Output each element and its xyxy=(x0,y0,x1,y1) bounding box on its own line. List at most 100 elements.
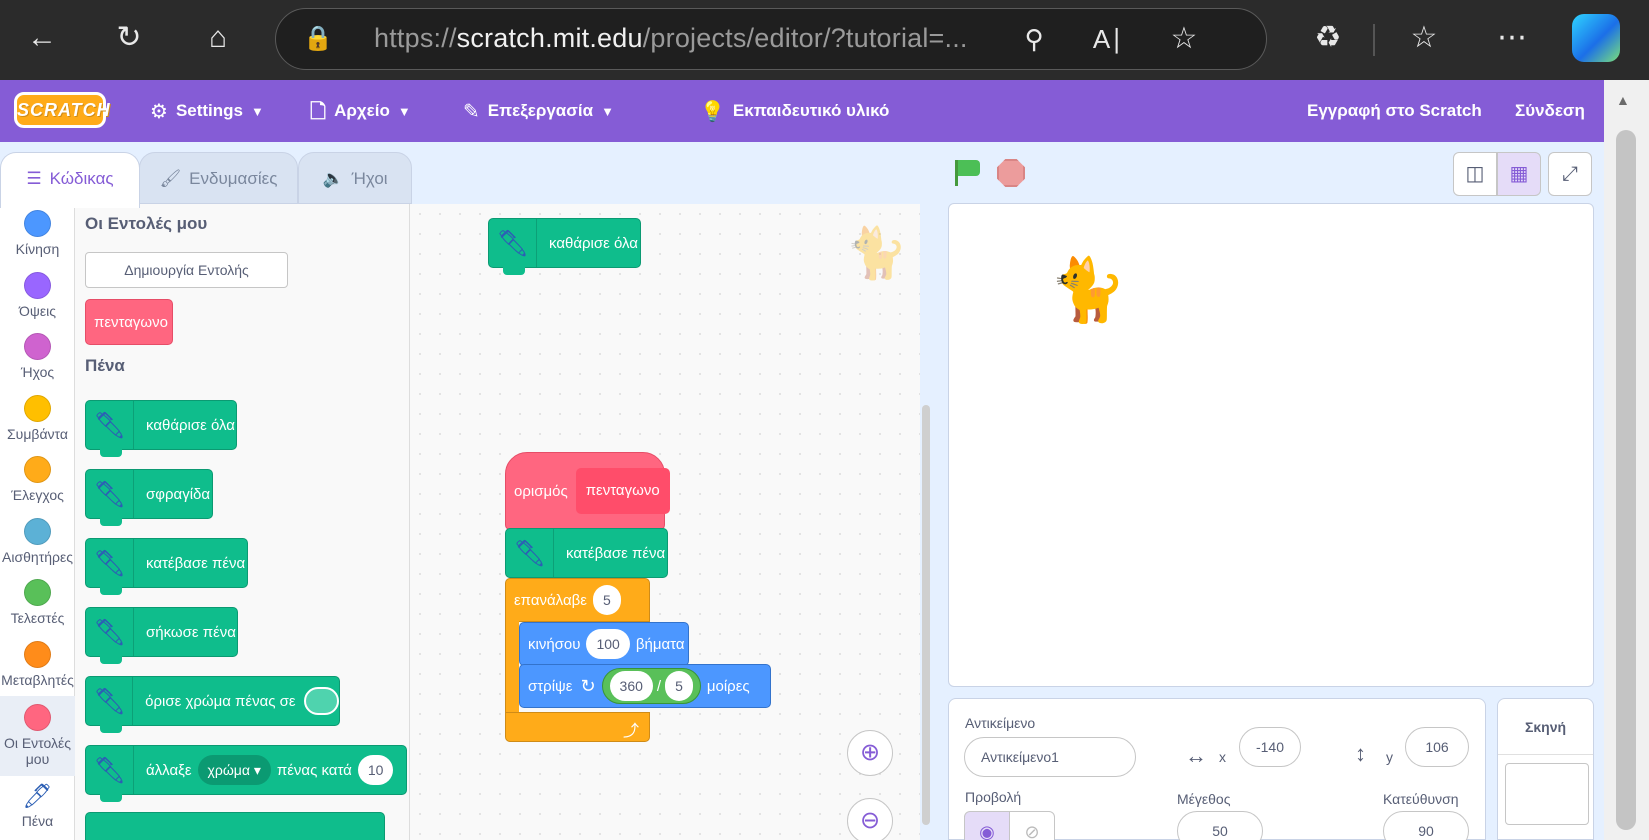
repeat-count-input[interactable]: 5 xyxy=(592,585,621,615)
set-pen-block-partial[interactable] xyxy=(85,812,385,840)
page-scrollbar[interactable]: ▲ xyxy=(1604,80,1649,840)
divide-right-input[interactable]: 5 xyxy=(665,671,693,701)
small-stage-button[interactable]: ◫ xyxy=(1453,152,1497,196)
set-pen-color-block[interactable]: 🖊 όρισε χρώμα πένας σε xyxy=(85,676,340,733)
scrollbar-thumb[interactable] xyxy=(1616,130,1636,830)
large-stage-button[interactable]: ▦ xyxy=(1497,152,1541,196)
stamp-block[interactable]: 🖊 σφραγίδα xyxy=(85,469,213,526)
divide-left-input[interactable]: 360 xyxy=(609,671,653,701)
y-label: y xyxy=(1386,749,1393,765)
divide-operator[interactable]: 360 / 5 xyxy=(601,668,701,704)
stage-thumbnail[interactable] xyxy=(1505,763,1589,825)
file-icon: 🗋 xyxy=(310,100,327,123)
category-sound[interactable]: Ήχος xyxy=(0,333,75,380)
move-steps-block[interactable]: κινήσου 100 βήματα xyxy=(519,622,689,673)
tab-sounds[interactable]: 🔈 Ήχοι xyxy=(298,152,412,204)
change-pen-block[interactable]: 🖊 άλλαξε χρώμα ▾ πένας κατά 10 xyxy=(85,745,407,802)
tab-sounds-label: Ήχοι xyxy=(351,169,388,188)
turn-degrees-block[interactable]: στρίψε ↻ 360 / 5 μοίρες xyxy=(519,664,771,708)
browser-toolbar: ← ↻ ⌂ 🔒 https://scratch.mit.edu/projects… xyxy=(0,0,1649,80)
cat-sprite-icon[interactable]: 🐈 xyxy=(1049,254,1126,327)
zoom-in-button[interactable]: ⊕ xyxy=(847,730,893,776)
custom-block-pentagon[interactable]: πενταγωνο xyxy=(85,299,173,345)
category-looks-dot xyxy=(24,272,51,299)
script-pen-down-block[interactable]: 🖊 κατέβασε πένα xyxy=(505,528,668,578)
script-erase-all-block[interactable]: 🖊 καθάρισε όλα xyxy=(488,218,641,275)
y-arrows-icon: ↕ xyxy=(1355,741,1366,766)
more-options-icon[interactable]: ⋯ xyxy=(1490,18,1534,58)
speaker-icon: 🔈 xyxy=(322,169,344,188)
block-notch xyxy=(100,724,122,733)
join-scratch-link[interactable]: Εγγραφή στο Scratch xyxy=(1307,80,1482,142)
pen-down-block[interactable]: 🖊 κατέβασε πένα xyxy=(85,538,248,595)
show-hidden-button[interactable]: ⊘ xyxy=(1009,811,1055,840)
erase-all-block[interactable]: 🖊 καθάρισε όλα xyxy=(85,400,237,457)
edit-menu[interactable]: ✎ Επεξεργασία ▼ xyxy=(463,80,614,142)
stop-sign-icon[interactable] xyxy=(997,159,1025,187)
y-input[interactable]: 106 xyxy=(1405,727,1469,767)
refresh-icon[interactable]: ↻ xyxy=(107,18,151,58)
fullscreen-button[interactable]: ⤢ xyxy=(1548,152,1592,196)
tab-code[interactable]: ☰ Κώδικας xyxy=(0,152,140,208)
green-flag-icon[interactable] xyxy=(952,158,982,188)
category-menu: Κίνηση Όψεις Ήχος Συμβάντα Έλεγχος Αισθη… xyxy=(0,204,75,840)
sprite-name-input[interactable]: Αντικείμενο1 xyxy=(964,737,1136,777)
script-workspace[interactable]: 🐈 🖊 καθάρισε όλα ορισμός πενταγωνο 🖊 κατ… xyxy=(410,204,920,840)
category-pen[interactable]: 🖊 Πένα xyxy=(0,782,75,829)
category-events[interactable]: Συμβάντα xyxy=(0,395,75,442)
scratch-logo[interactable]: SCRATCH xyxy=(14,92,110,128)
show-label: Προβολή xyxy=(965,789,1022,805)
workspace-scrollbar[interactable] xyxy=(922,405,930,825)
flag-cloth xyxy=(958,160,980,176)
size-input[interactable]: 50 xyxy=(1177,811,1263,840)
direction-input[interactable]: 90 xyxy=(1383,811,1469,840)
zoom-out-icon[interactable]: ⚲ xyxy=(1012,19,1056,59)
pen-color-swatch[interactable] xyxy=(303,687,339,715)
toolbar-divider xyxy=(1373,24,1375,56)
pen-up-block[interactable]: 🖊 σήκωσε πένα xyxy=(85,607,238,664)
category-variables[interactable]: Μεταβλητές xyxy=(0,641,75,688)
favorite-star-icon[interactable]: ☆ xyxy=(1162,19,1206,59)
category-sensing[interactable]: Αισθητήρες xyxy=(0,518,75,565)
define-name-prototype: πενταγωνο xyxy=(575,468,670,514)
tutorials-menu[interactable]: 💡 Εκπαιδευτικό υλικό xyxy=(700,80,889,142)
pen-param-dropdown[interactable]: χρώμα ▾ xyxy=(197,755,271,785)
sprite-label: Αντικείμενο xyxy=(965,715,1036,731)
category-sensing-dot xyxy=(24,518,51,545)
favorites-list-icon[interactable]: ☆ xyxy=(1402,18,1446,58)
category-control[interactable]: Έλεγχος xyxy=(0,456,75,503)
x-input[interactable]: -140 xyxy=(1239,727,1301,767)
tab-costumes[interactable]: 🖌 Ενδυμασίες xyxy=(139,152,298,204)
category-looks[interactable]: Όψεις xyxy=(0,272,75,319)
extensions-icon[interactable]: ♻ xyxy=(1306,18,1350,58)
zoom-out-button[interactable]: ⊖ xyxy=(847,798,893,840)
pen-icon-box: 🖊 xyxy=(489,219,537,267)
move-steps-input[interactable]: 100 xyxy=(586,629,630,659)
home-icon[interactable]: ⌂ xyxy=(196,18,240,58)
category-motion[interactable]: Κίνηση xyxy=(0,210,75,257)
pen-icon-box: 🖊 xyxy=(86,608,134,656)
address-bar[interactable]: 🔒 https://scratch.mit.edu/projects/edito… xyxy=(275,8,1267,70)
file-menu[interactable]: 🗋 Αρχείο ▼ xyxy=(310,80,411,142)
settings-menu[interactable]: ⚙ Settings ▼ xyxy=(150,80,264,142)
pen-icon-box: 🖊 xyxy=(86,539,134,587)
back-arrow-icon[interactable]: ← xyxy=(20,18,64,58)
read-aloud-icon[interactable]: A∣ xyxy=(1086,19,1130,59)
make-a-block-button[interactable]: Δημιουργία Εντολής xyxy=(85,252,288,288)
change-value-input[interactable]: 10 xyxy=(357,755,394,785)
pen-icon: 🖊 xyxy=(92,616,126,647)
lock-icon[interactable]: 🔒 xyxy=(296,19,340,59)
block-notch xyxy=(100,793,122,802)
stage-panel-title: Σκηνή xyxy=(1524,719,1567,735)
scroll-up-arrow-icon[interactable]: ▲ xyxy=(1616,92,1630,108)
show-visible-button[interactable]: ◉ xyxy=(964,811,1010,840)
sign-in-link[interactable]: Σύνδεση xyxy=(1515,80,1585,142)
category-my-blocks[interactable]: Οι Εντολές μου xyxy=(0,696,75,776)
stage-canvas[interactable]: 🐈 xyxy=(948,203,1594,687)
copilot-icon[interactable] xyxy=(1572,14,1620,62)
category-operators[interactable]: Τελεστές xyxy=(0,579,75,626)
url-text[interactable]: https://scratch.mit.edu/projects/editor/… xyxy=(374,23,968,54)
my-blocks-heading: Οι Εντολές μου xyxy=(85,214,208,233)
define-pentagon-block[interactable]: ορισμός πενταγωνο xyxy=(505,452,670,530)
stage-target-panel[interactable]: Σκηνή xyxy=(1497,698,1594,840)
